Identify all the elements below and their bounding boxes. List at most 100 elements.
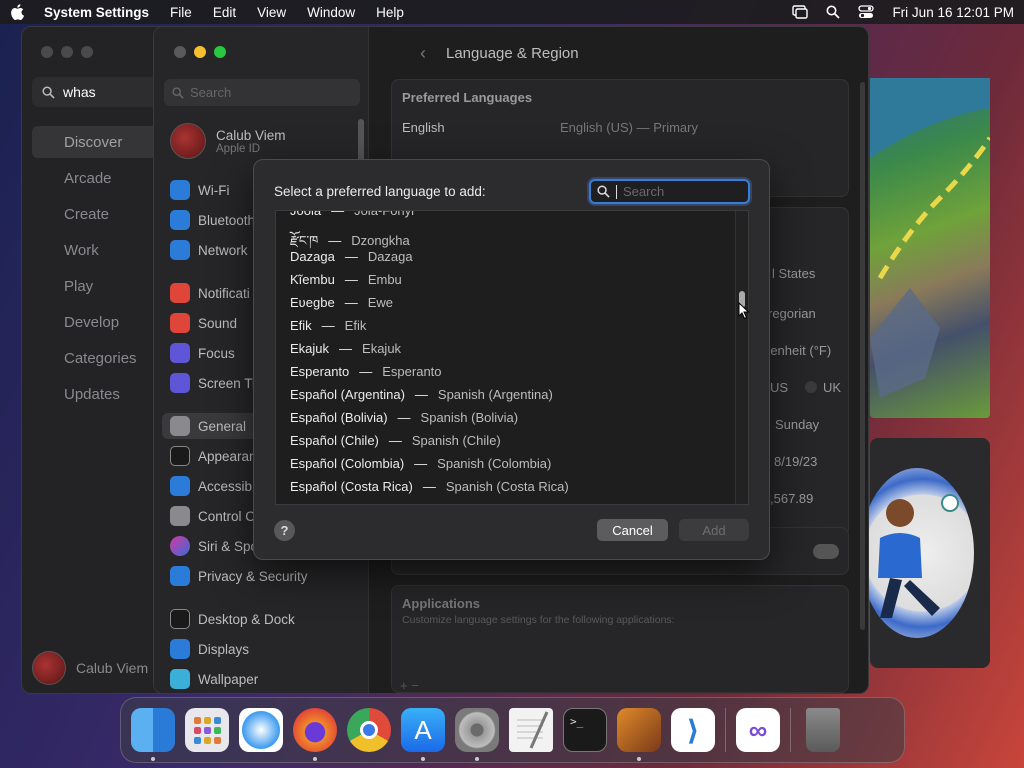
featured-game-artwork[interactable] — [870, 78, 993, 418]
control-center-icon[interactable] — [858, 5, 875, 19]
dock-app-store[interactable]: A — [401, 708, 445, 761]
language-row[interactable]: Eʋegbe — Ewe — [290, 295, 393, 310]
language-separator: — — [344, 249, 358, 264]
featured-illustration — [860, 468, 974, 638]
dock-terminal[interactable]: >_ — [563, 708, 607, 752]
sidebar-item-siri[interactable]: Siri & Spo — [170, 535, 258, 557]
cancel-button[interactable]: Cancel — [597, 519, 668, 541]
language-row[interactable]: Efik — Efik — [290, 318, 366, 333]
sidebar-item-sound[interactable]: Sound — [170, 312, 237, 334]
language-separator: — — [388, 433, 402, 448]
dock-visual-studio[interactable]: ∞ — [736, 708, 780, 752]
language-list-scrollbar[interactable] — [735, 211, 748, 504]
back-chevron-icon[interactable]: ‹ — [420, 43, 426, 64]
minimize-button[interactable] — [194, 46, 206, 58]
screen-mirroring-icon[interactable] — [792, 5, 809, 19]
add-language-dialog: Select a preferred language to add: Sear… — [253, 159, 770, 560]
document-pen-icon — [517, 711, 549, 749]
app-store-account[interactable]: Calub Viem — [32, 651, 148, 685]
measurement-uk[interactable]: UK — [823, 380, 841, 395]
menu-file[interactable]: File — [170, 5, 192, 20]
language-native-name: Efik — [290, 318, 312, 333]
sidebar-item-notifications[interactable]: Notificati — [170, 282, 250, 304]
language-row[interactable]: Dazaga — Dazaga — [290, 249, 413, 264]
spotlight-search-icon[interactable] — [826, 5, 841, 19]
close-button[interactable] — [41, 46, 53, 58]
dock-safari[interactable] — [239, 708, 283, 752]
sidebar-item-displays[interactable]: Displays — [170, 638, 249, 660]
language-row[interactable]: Kĩembu — Embu — [290, 272, 402, 287]
language-row[interactable]: Español (Colombia) — Spanish (Colombia) — [290, 456, 551, 471]
menu-window[interactable]: Window — [307, 5, 355, 20]
preferred-language-name[interactable]: English — [402, 120, 445, 135]
language-search-input[interactable]: Search — [589, 179, 750, 204]
sidebar-item-bluetooth[interactable]: Bluetooth — [170, 209, 255, 231]
menu-view[interactable]: View — [257, 5, 286, 20]
language-row[interactable]: Español (Costa Rica) — Spanish (Costa Rica… — [290, 479, 569, 494]
dock: A >_ ⟩ ∞ — [120, 697, 905, 763]
dock-launchpad[interactable] — [185, 708, 229, 752]
sidebar-item-accessibility[interactable]: Accessib — [170, 475, 252, 497]
language-separator: — — [339, 341, 353, 356]
dock-vscode[interactable]: ⟩ — [671, 708, 715, 752]
sidebar-item-screen-time[interactable]: Screen Ti — [170, 372, 255, 394]
language-row[interactable]: Español (Argentina) — Spanish (Argentina) — [290, 387, 553, 402]
sidebar-item-privacy[interactable]: Privacy & Security — [170, 565, 308, 587]
dock-system-settings[interactable] — [455, 708, 499, 761]
settings-search-input[interactable]: Search — [164, 79, 360, 106]
measurement-us[interactable]: US — [770, 380, 788, 395]
sidebar-item-label: Wi-Fi — [198, 182, 230, 198]
temperature-value[interactable]: renheit (°F) — [766, 343, 831, 358]
text-cursor — [616, 184, 617, 199]
language-separator: — — [414, 387, 428, 402]
language-row[interactable]: Español (Chile) — Spanish (Chile) — [290, 433, 501, 448]
menu-clock[interactable]: Fri Jun 16 12:01 PM — [892, 5, 1014, 20]
language-row[interactable]: Esperanto — Esperanto — [290, 364, 442, 379]
close-button[interactable] — [174, 46, 186, 58]
language-row[interactable]: Ekajuk — Ekajuk — [290, 341, 401, 356]
language-row[interactable]: Joola — Jola-Fonyi — [290, 211, 414, 218]
dock-trash[interactable] — [806, 708, 840, 752]
calendar-value[interactable]: regorian — [768, 306, 816, 321]
terminal-prompt-icon: >_ — [570, 715, 584, 728]
region-value[interactable]: l States — [772, 266, 815, 281]
zoom-button[interactable] — [81, 46, 93, 58]
sidebar-item-appearance[interactable]: Appearan — [170, 445, 257, 467]
sidebar-item-desktop-dock[interactable]: Desktop & Dock — [170, 608, 295, 630]
first-day-value[interactable]: Sunday — [775, 417, 819, 432]
sidebar-item-network[interactable]: Network — [170, 239, 248, 261]
apple-icon[interactable] — [10, 4, 24, 20]
language-separator: — — [344, 272, 358, 287]
minimize-button[interactable] — [61, 46, 73, 58]
dock-textedit[interactable] — [509, 708, 553, 752]
dock-chrome[interactable] — [347, 708, 391, 752]
sidebar-item-wallpaper[interactable]: Wallpaper — [170, 668, 258, 690]
add-remove-buttons[interactable]: + − — [400, 678, 419, 693]
language-english-name: Esperanto — [382, 364, 442, 379]
menu-app-name[interactable]: System Settings — [44, 5, 149, 20]
menu-help[interactable]: Help — [376, 5, 404, 20]
running-indicator — [313, 757, 317, 761]
date-format-value[interactable]: 8/19/23 — [774, 454, 817, 469]
menu-edit[interactable]: Edit — [213, 5, 236, 20]
language-separator: — — [344, 295, 358, 310]
dock-garageband[interactable] — [617, 708, 661, 761]
zoom-button[interactable] — [214, 46, 226, 58]
language-english-name: Dazaga — [367, 249, 413, 264]
sidebar-item-focus[interactable]: Focus — [170, 342, 235, 364]
dock-firefox[interactable] — [293, 708, 337, 761]
language-list[interactable]: Joola — Jola-Fonyi རྫོང་ཁ — Dzongkha Dazaga — Da… — [275, 210, 749, 505]
sidebar-item-general[interactable]: General — [170, 415, 246, 437]
sidebar-item-control-center[interactable]: Control C — [170, 505, 255, 527]
apple-id-account[interactable]: Calub Viem Apple ID — [170, 123, 286, 159]
control-center-icon — [170, 506, 190, 526]
language-row[interactable]: Español (Bolivia) — Spanish (Bolivia) — [290, 410, 518, 425]
dock-finder[interactable] — [131, 708, 175, 761]
uk-radio[interactable] — [805, 381, 817, 393]
setting-toggle[interactable] — [813, 544, 839, 559]
content-scrollbar[interactable] — [860, 82, 865, 630]
sidebar-item-wifi[interactable]: Wi-Fi — [170, 179, 229, 201]
number-format-value[interactable]: ,567.89 — [770, 491, 813, 506]
help-button[interactable]: ? — [274, 520, 295, 541]
add-button[interactable]: Add — [679, 519, 749, 541]
